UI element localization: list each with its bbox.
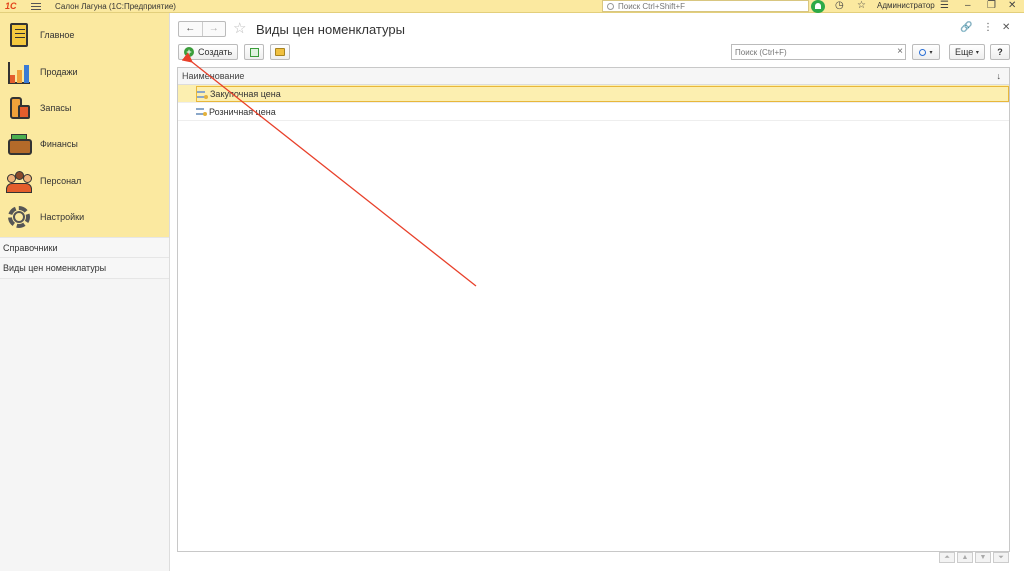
help-button[interactable]: ? <box>990 44 1010 60</box>
history-nav: ← → <box>178 21 226 37</box>
sidebar: Главное Продажи Запасы Финансы Персонал … <box>0 13 170 571</box>
minimize-icon[interactable]: – <box>965 0 971 12</box>
top-bar: 1С Салон Лагуна (1С:Предприятие) ◷ ☆ Адм… <box>0 0 1024 13</box>
table-header: Наименование ↓ <box>178 68 1009 85</box>
favorites-icon[interactable]: ☆ <box>857 0 866 12</box>
section-label: Финансы <box>40 139 78 150</box>
table-row[interactable]: Закупочная цена <box>178 85 1009 103</box>
section-panel: Главное Продажи Запасы Финансы Персонал … <box>0 13 169 237</box>
plus-icon: + <box>184 47 194 57</box>
forward-arrow-icon[interactable]: → <box>201 22 226 36</box>
page-title: Виды цен номенклатуры <box>256 22 405 37</box>
column-header-name[interactable]: Наименование <box>182 71 244 81</box>
more-vertical-icon[interactable]: ⋮ <box>983 22 993 33</box>
search-icon <box>607 2 614 10</box>
list-search-input[interactable] <box>732 45 890 59</box>
section-sales[interactable]: Продажи <box>0 53 169 89</box>
navigation-links: Справочники Виды цен номенклатуры <box>0 237 169 279</box>
table-row[interactable]: Розничная цена <box>178 103 1009 121</box>
main-menu-icon[interactable] <box>31 2 41 10</box>
nav-link-catalogs[interactable]: Справочники <box>0 237 169 258</box>
global-search[interactable] <box>602 0 809 12</box>
section-main[interactable]: Главное <box>0 17 169 53</box>
nav-link-price-types[interactable]: Виды цен номенклатуры <box>0 258 169 279</box>
wallet-icon <box>6 131 32 157</box>
section-label: Главное <box>40 30 75 41</box>
prev-page-icon[interactable]: ▲ <box>957 552 973 563</box>
settings-menu-icon[interactable]: ☰ <box>940 0 949 12</box>
more-button[interactable]: Еще ▾ <box>949 44 985 60</box>
section-label: Продажи <box>40 66 78 77</box>
section-label: Настройки <box>40 212 85 223</box>
main-panel: ← → ☆ Виды цен номенклатуры 🔗 ⋮ ✕ + Созд… <box>170 13 1024 571</box>
last-page-icon[interactable]: ⏷ <box>993 552 1009 563</box>
section-label: Персонал <box>40 175 82 186</box>
stock-icon <box>6 95 32 121</box>
gear-icon <box>6 204 32 230</box>
user-name[interactable]: Администратор <box>877 1 935 10</box>
pager: ⏶ ▲ ▼ ⏷ <box>939 552 1009 563</box>
price-type-icon <box>197 90 208 99</box>
history-icon[interactable]: ◷ <box>835 0 844 12</box>
dropdown-icon: ▾ <box>929 49 933 56</box>
list-table: Наименование ↓ Закупочная цена Розничная… <box>177 67 1010 552</box>
search-icon <box>919 48 927 56</box>
row-cell: Закупочная цена <box>196 85 1009 102</box>
staff-icon <box>6 168 32 194</box>
row-label: Розничная цена <box>209 106 276 117</box>
price-type-icon <box>196 107 207 116</box>
search-options-button[interactable]: ▾ <box>912 44 940 60</box>
close-form-icon[interactable]: ✕ <box>1002 22 1010 33</box>
link-icon[interactable]: 🔗 <box>960 22 972 33</box>
row-cell: Розничная цена <box>196 104 1009 120</box>
more-label: Еще <box>955 47 974 57</box>
clipboard-icon <box>10 23 28 48</box>
first-page-icon[interactable]: ⏶ <box>939 552 955 563</box>
list-search[interactable]: × <box>731 44 906 60</box>
back-arrow-icon[interactable]: ← <box>179 22 202 36</box>
dropdown-icon: ▾ <box>975 49 979 56</box>
section-finance[interactable]: Финансы <box>0 126 169 162</box>
sales-chart-icon <box>6 59 32 85</box>
copy-button[interactable] <box>244 44 265 60</box>
next-page-icon[interactable]: ▼ <box>975 552 991 563</box>
section-staff[interactable]: Персонал <box>0 163 169 199</box>
clear-search-icon[interactable]: × <box>897 46 903 57</box>
create-button[interactable]: + Создать <box>178 44 239 60</box>
global-search-input[interactable] <box>618 1 798 11</box>
restore-icon[interactable]: ❐ <box>987 0 996 12</box>
create-folder-button[interactable] <box>270 44 291 60</box>
section-settings[interactable]: Настройки <box>0 199 169 235</box>
app-title: Салон Лагуна (1С:Предприятие) <box>55 1 176 11</box>
sort-down-icon[interactable]: ↓ <box>997 71 1002 81</box>
folder-icon <box>275 48 286 56</box>
toolbar: + Создать <box>178 44 291 60</box>
notifications-icon[interactable] <box>811 0 825 13</box>
favorite-star-icon[interactable]: ☆ <box>233 19 246 37</box>
close-icon[interactable]: ✕ <box>1008 0 1016 12</box>
section-label: Запасы <box>40 102 72 113</box>
row-label: Закупочная цена <box>210 88 281 99</box>
1c-logo: 1С <box>5 1 17 11</box>
section-stock[interactable]: Запасы <box>0 90 169 126</box>
copy-icon <box>249 47 259 57</box>
create-label: Создать <box>198 47 233 57</box>
